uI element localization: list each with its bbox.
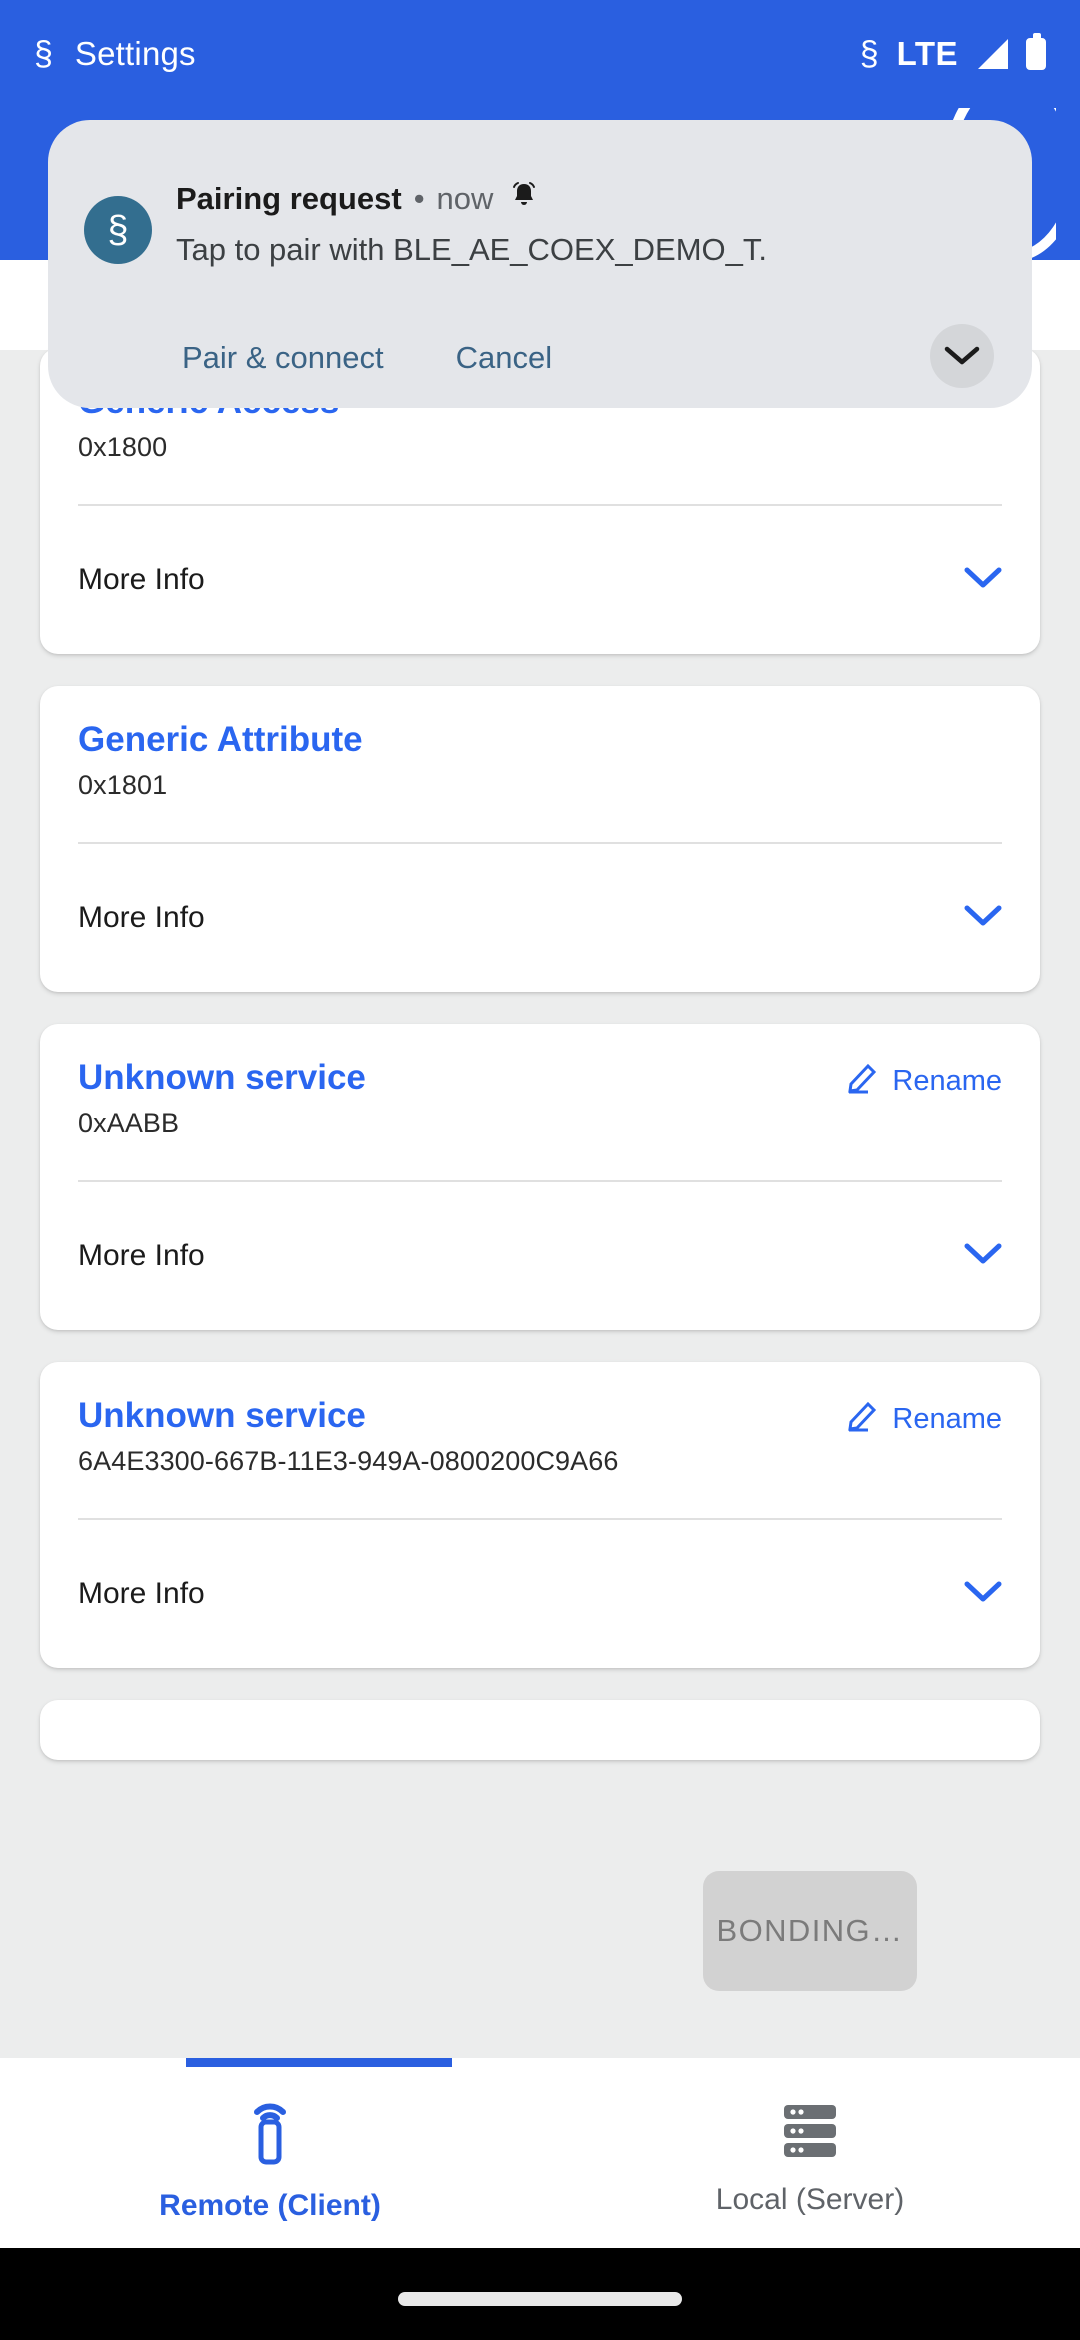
battery-icon (1026, 33, 1046, 70)
bluetooth-icon: § (34, 35, 53, 73)
bluetooth-icon: § (84, 196, 152, 264)
active-tab-indicator (186, 2058, 452, 2067)
notification-body: Tap to pair with BLE_AE_COEX_DEMO_T. (176, 232, 767, 267)
chevron-down-icon[interactable] (964, 1242, 1002, 1271)
bottom-navigation[interactable]: Remote (Client) Local (Server) (0, 2058, 1080, 2248)
service-card-partial[interactable] (40, 1700, 1040, 1760)
service-card-header: Unknown service 6A4E3300-667B-11E3-949A-… (78, 1362, 1002, 1482)
pencil-edit-icon (846, 1060, 880, 1102)
bluetooth-icon: § (859, 35, 879, 73)
status-bar: § Settings § LTE (0, 0, 1080, 108)
pair-and-connect-action[interactable]: Pair & connect (176, 332, 390, 384)
service-card[interactable]: Unknown service 6A4E3300-667B-11E3-949A-… (40, 1362, 1040, 1668)
service-card-header: Unknown service 0xAABB Rename (78, 1024, 1002, 1144)
status-bar-right: § LTE (859, 33, 1046, 73)
tab-remote-client[interactable]: Remote (Client) (0, 2058, 540, 2248)
tab-label: Local (Server) (715, 2182, 905, 2216)
more-info-label: More Info (78, 1577, 205, 1610)
phone-with-signal-icon (242, 2094, 298, 2173)
status-bar-app-label: Settings (74, 35, 196, 72)
signal-bars-icon (976, 39, 1008, 69)
more-info-label: More Info (78, 901, 205, 934)
more-info-row[interactable]: More Info (78, 844, 1002, 992)
service-card[interactable]: Generic Attribute 0x1801 More Info (40, 686, 1040, 992)
service-card-header: Generic Attribute 0x1801 (78, 686, 1002, 806)
chevron-down-icon[interactable] (964, 566, 1002, 595)
pencil-edit-icon (846, 1398, 880, 1440)
more-info-row[interactable]: More Info (78, 506, 1002, 654)
more-info-row[interactable]: More Info (78, 1520, 1002, 1668)
service-card[interactable]: Unknown service 0xAABB Rename More Info (40, 1024, 1040, 1330)
more-info-label: More Info (78, 1239, 205, 1272)
notification-actions[interactable]: Pair & connect Cancel (176, 332, 558, 384)
service-name: Generic Attribute (78, 720, 363, 759)
tab-label: Remote (Client) (159, 2188, 381, 2222)
service-uuid: 0x1800 (78, 432, 168, 463)
tab-local-server[interactable]: Local (Server) (540, 2058, 1080, 2248)
phone-screen: Generic Access 0x1800 More Info Generic … (0, 0, 1080, 2340)
chevron-down-icon[interactable] (964, 904, 1002, 933)
notification-app-name: Pairing request (176, 181, 402, 216)
service-list[interactable]: Generic Access 0x1800 More Info Generic … (0, 348, 1080, 1792)
chevron-down-icon[interactable] (930, 324, 994, 388)
rename-label: Rename (892, 1064, 1002, 1097)
cancel-action[interactable]: Cancel (450, 332, 559, 384)
notification-text: Pairing request • now Tap to pair with B… (176, 180, 892, 268)
notification-time: now (436, 181, 494, 216)
more-info-label: More Info (78, 563, 205, 596)
chevron-down-icon[interactable] (964, 1580, 1002, 1609)
rename-button[interactable]: Rename (846, 1398, 1002, 1440)
bonding-status-toast: BONDING… (703, 1871, 917, 1991)
rename-label: Rename (892, 1402, 1002, 1435)
service-uuid: 0xAABB (78, 1108, 180, 1139)
more-info-row[interactable]: More Info (78, 1182, 1002, 1330)
rename-button[interactable]: Rename (846, 1060, 1002, 1102)
pairing-request-notification[interactable]: § Pairing request • now Tap to pair with… (48, 120, 1032, 408)
service-uuid: 6A4E3300-667B-11E3-949A-0800200C9A66 (78, 1446, 619, 1477)
notification-header: Pairing request • now (176, 180, 892, 218)
network-type-label: LTE (896, 35, 958, 72)
status-bar-left: § Settings (34, 35, 196, 73)
server-stack-icon (779, 2100, 841, 2167)
service-uuid: 0x1801 (78, 770, 168, 801)
bell-ringing-icon (509, 180, 539, 218)
notification-separator: • (413, 181, 425, 216)
